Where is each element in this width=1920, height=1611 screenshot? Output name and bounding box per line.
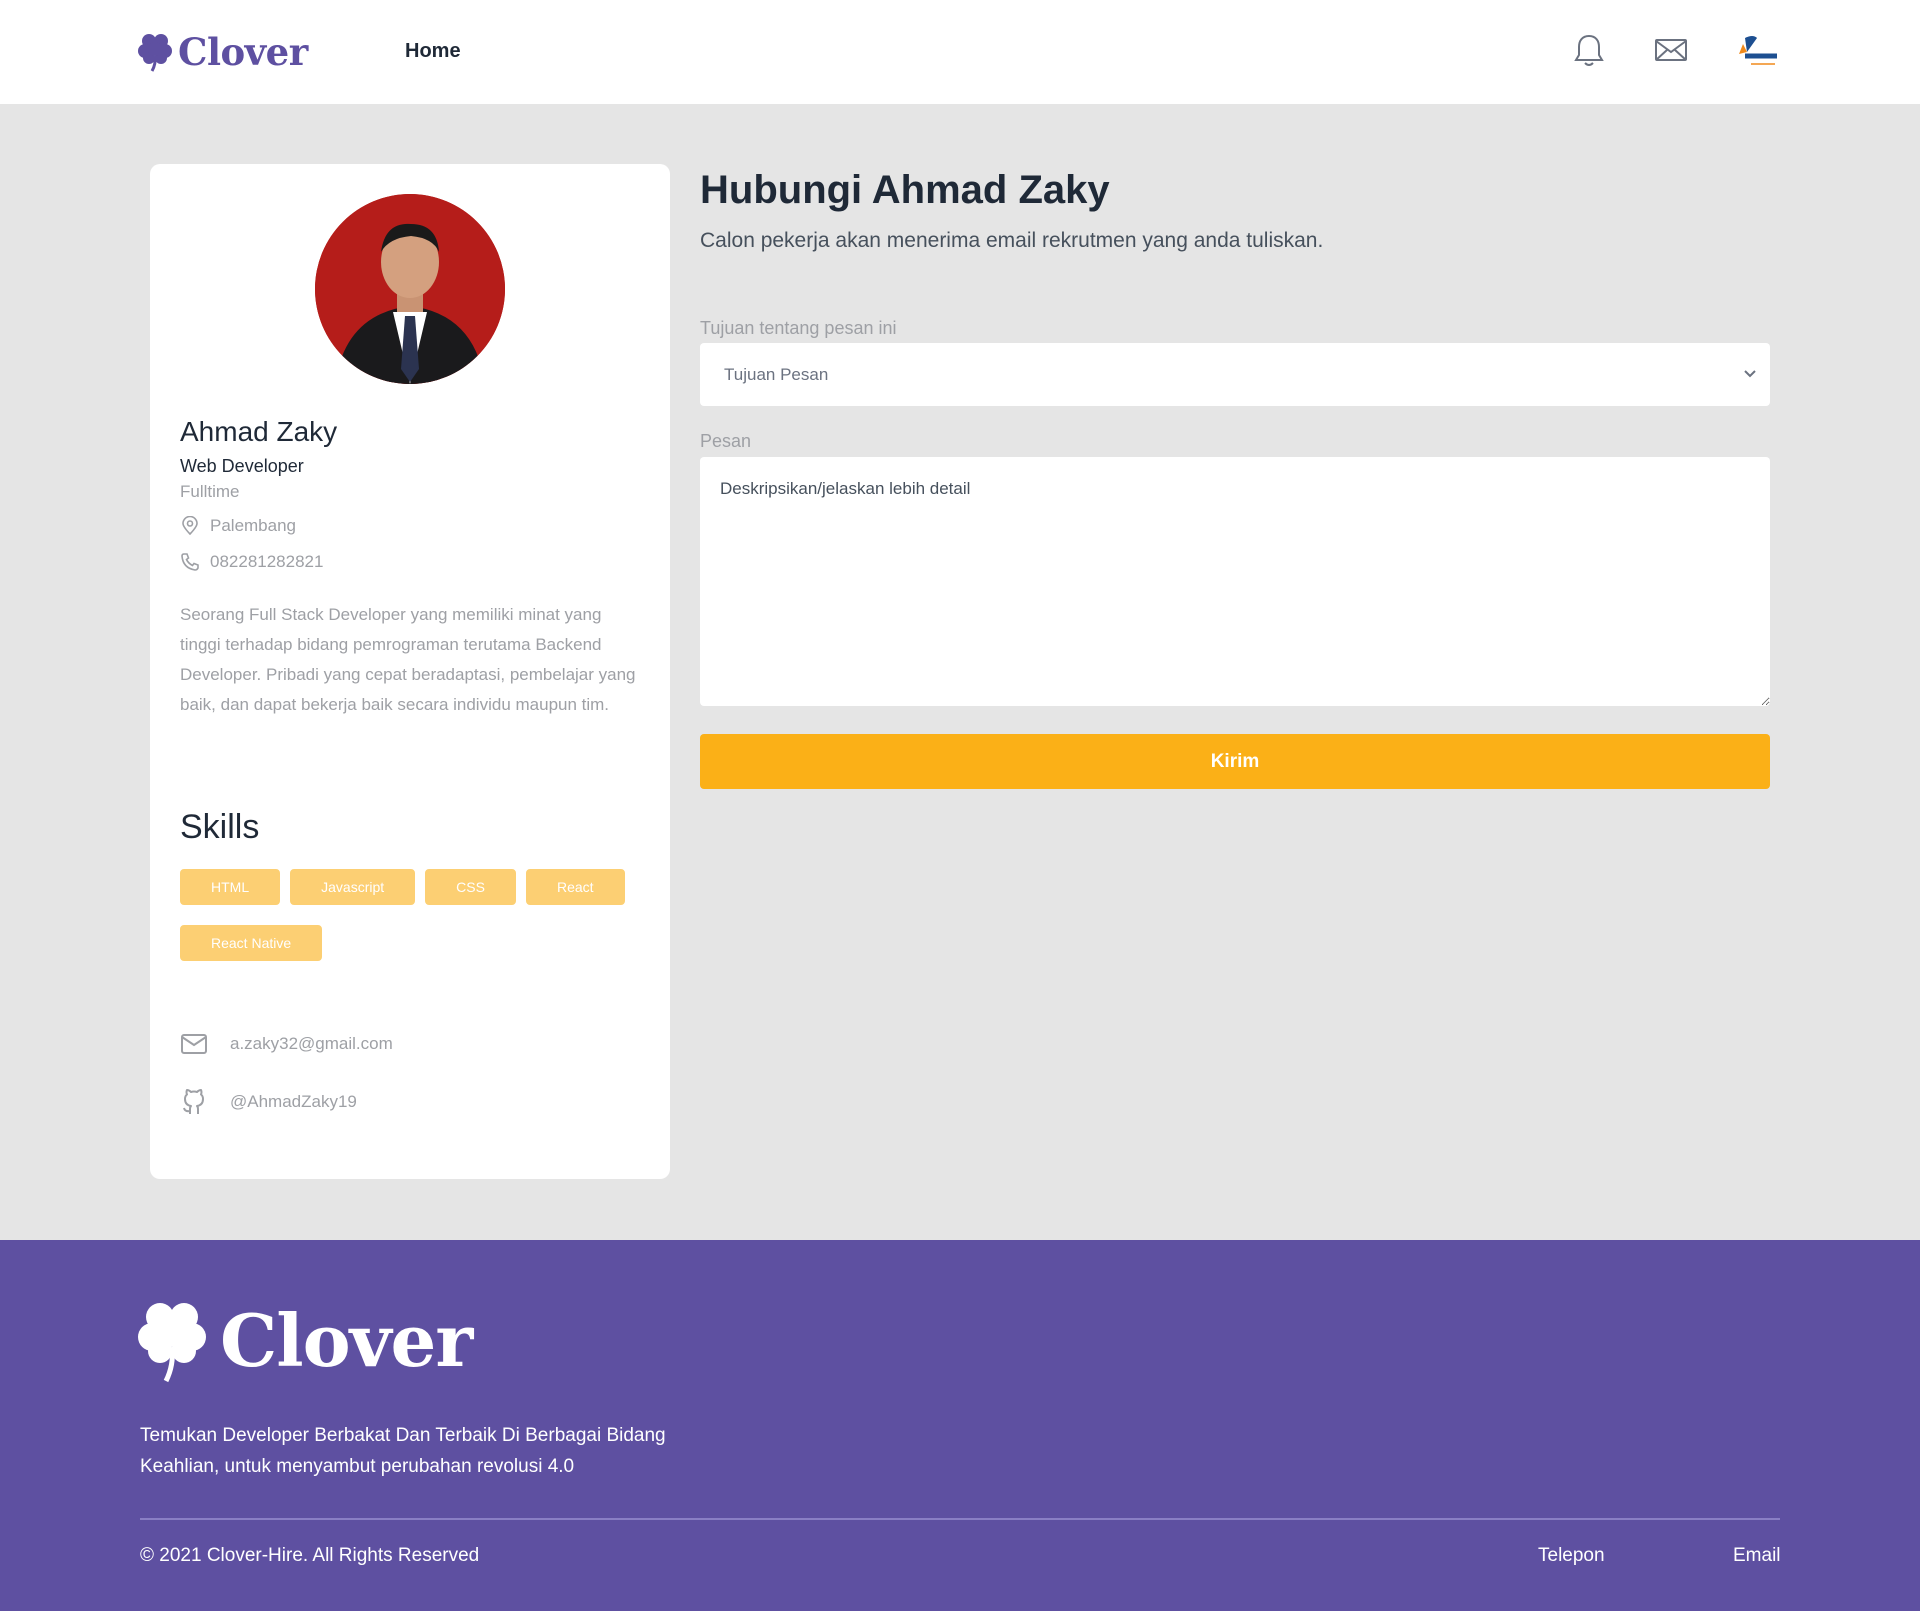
chevron-down-icon bbox=[1744, 370, 1756, 378]
purpose-label: Tujuan tentang pesan ini bbox=[700, 318, 897, 338]
profile-name: Ahmad Zaky bbox=[180, 416, 338, 447]
profile-job-type: Fulltime bbox=[180, 482, 240, 501]
phone-icon bbox=[181, 553, 199, 571]
footer-brand: Clover bbox=[138, 1298, 473, 1383]
profile-job: Web Developer bbox=[180, 456, 304, 476]
skill-badge[interactable]: CSS bbox=[425, 869, 516, 905]
clover-icon bbox=[138, 1302, 206, 1382]
skill-badge[interactable]: React bbox=[525, 869, 625, 905]
clover-icon bbox=[138, 34, 172, 72]
footer-email-link[interactable]: Email bbox=[1733, 1545, 1781, 1567]
profile-location: Palembang bbox=[180, 516, 296, 536]
github-icon bbox=[183, 1089, 204, 1114]
footer-tagline: Temukan Developer Berbakat Dan Terbaik D… bbox=[140, 1425, 666, 1477]
footer: Clover Temukan Developer Berbakat Dan Te… bbox=[0, 1240, 1920, 1611]
footer-phone-link[interactable]: Telepon bbox=[1538, 1545, 1605, 1567]
message-textarea[interactable] bbox=[700, 457, 1770, 706]
form-title: Hubungi Ahmad Zaky bbox=[700, 168, 1110, 212]
email-text: a.zaky32@gmail.com bbox=[230, 1034, 393, 1053]
profile-github[interactable]: @AhmadZaky19 bbox=[180, 1088, 357, 1116]
nav-home-link[interactable]: Home bbox=[405, 40, 461, 63]
purpose-select[interactable]: Tujuan Pesan bbox=[700, 343, 1770, 406]
navbar: Clover Home bbox=[0, 0, 1920, 104]
profile-phone: 082281282821 bbox=[180, 552, 323, 572]
mail-icon[interactable] bbox=[1653, 32, 1689, 68]
skills-list: HTML Javascript CSS React React Native bbox=[180, 869, 640, 961]
form-subtitle: Calon pekerja akan menerima email rekrut… bbox=[700, 229, 1324, 252]
skills-title: Skills bbox=[180, 808, 260, 846]
footer-copyright: © 2021 Clover-Hire. All Rights Reserved bbox=[140, 1545, 480, 1566]
profile-email[interactable]: a.zaky32@gmail.com bbox=[180, 1030, 393, 1058]
brand-logo[interactable]: Clover bbox=[138, 28, 308, 76]
purpose-select-value: Tujuan Pesan bbox=[724, 364, 829, 384]
mail-icon bbox=[181, 1034, 207, 1054]
profile-card: Ahmad Zaky Web Developer Fulltime Palemb… bbox=[150, 164, 670, 1179]
bell-icon[interactable] bbox=[1571, 32, 1607, 68]
company-avatar[interactable] bbox=[1733, 32, 1779, 74]
github-text: @AhmadZaky19 bbox=[230, 1092, 357, 1111]
skill-badge[interactable]: Javascript bbox=[290, 869, 416, 905]
phone-text: 082281282821 bbox=[210, 552, 324, 571]
profile-photo bbox=[315, 194, 505, 384]
skill-badge[interactable]: HTML bbox=[180, 869, 281, 905]
skill-badge[interactable]: React Native bbox=[180, 925, 323, 961]
brand-name: Clover bbox=[178, 30, 308, 74]
contact-form: Hubungi Ahmad Zaky Calon pekerja akan me… bbox=[700, 164, 1770, 789]
profile-bio: Seorang Full Stack Developer yang memili… bbox=[180, 605, 636, 714]
footer-divider bbox=[140, 1518, 1780, 1520]
message-label: Pesan bbox=[700, 431, 752, 451]
map-pin-icon bbox=[182, 516, 198, 536]
submit-button[interactable]: Kirim bbox=[700, 734, 1770, 789]
location-text: Palembang bbox=[210, 516, 297, 535]
footer-brand-name: Clover bbox=[220, 1298, 473, 1383]
